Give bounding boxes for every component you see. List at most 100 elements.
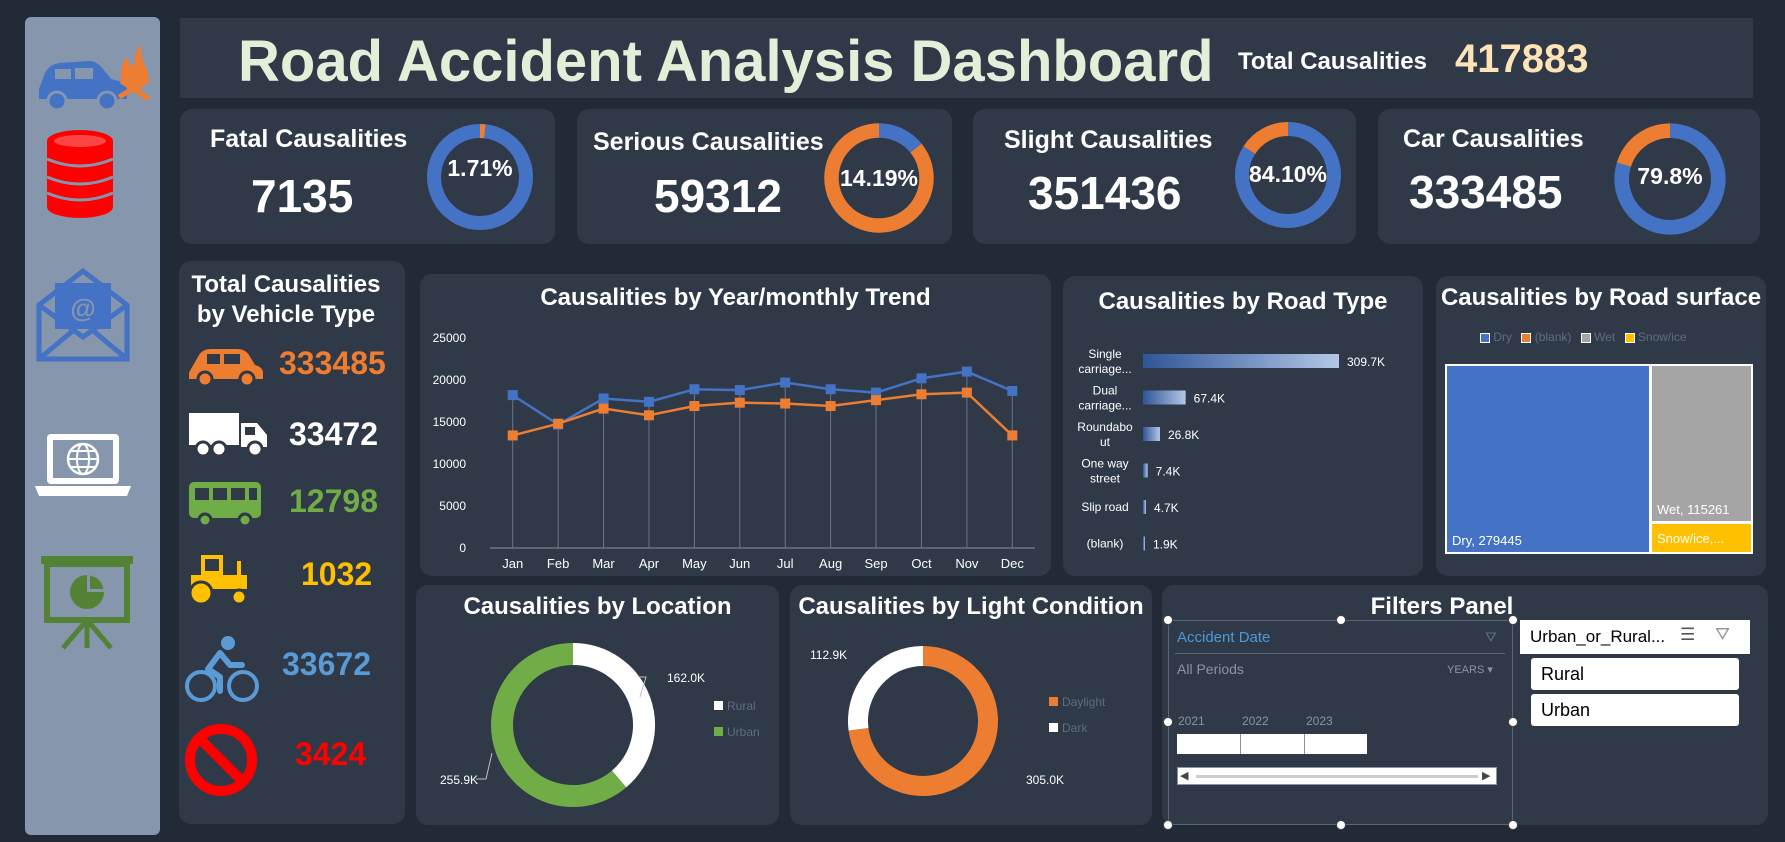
road-type-bar [1143, 536, 1145, 551]
legend-blank: (blank) [1534, 330, 1572, 344]
selection-handle[interactable] [1508, 717, 1518, 727]
road-surface-chart-card: Causalities by Road surface Dry (blank) … [1436, 276, 1766, 576]
road-type-value: 26.8K [1168, 428, 1199, 442]
x-tick-label: Sep [864, 556, 887, 571]
selection-handle[interactable] [1163, 717, 1173, 727]
kpi-card-slight: Slight Causalities 351436 84.10% [973, 109, 1356, 244]
series-marker [780, 377, 791, 388]
series-marker [916, 373, 927, 384]
bus-icon [187, 480, 263, 533]
x-tick-label: Dec [1001, 556, 1025, 571]
road-type-value: 67.4K [1194, 392, 1225, 406]
timeline-header: Accident Date [1177, 629, 1271, 646]
light-chart-card: Causalities by Light Condition 112.9K 30… [790, 585, 1152, 825]
svg-text:@: @ [70, 293, 95, 323]
x-tick-label: Jun [729, 556, 750, 571]
location-chart-card: Causalities by Location 162.0K 255.9K Ru… [416, 585, 779, 825]
x-tick-label: Apr [639, 556, 660, 571]
series-line-1 [512, 391, 1014, 437]
timeline-period-unit: YEARS [1447, 664, 1485, 676]
road-type-bar [1143, 390, 1186, 405]
treemap-label-wet: Wet, 115261 [1657, 502, 1730, 517]
scroll-left-icon[interactable]: ◀ [1180, 769, 1188, 782]
laptop-globe-icon[interactable] [33, 430, 133, 505]
scroll-right-icon[interactable]: ▶ [1482, 769, 1490, 782]
series-marker [961, 366, 972, 377]
selection-handle[interactable] [1336, 820, 1346, 830]
slicer-item-urban[interactable]: Urban [1531, 694, 1739, 726]
vehicle-title-line2: by Vehicle Type [196, 301, 376, 328]
legend-rural: Rural [727, 699, 756, 713]
road-type-chart-card: Causalities by Road Type Single carriage.… [1063, 276, 1423, 576]
x-tick-label: Jul [777, 556, 794, 571]
selection-handle[interactable] [1163, 820, 1173, 830]
multi-select-icon[interactable]: ☰ [1680, 625, 1695, 645]
location-label-rural: 162.0K [667, 671, 706, 685]
no-entry-icon [184, 723, 258, 802]
location-label-urban: 255.9K [440, 773, 479, 787]
car-crash-icon[interactable] [31, 39, 151, 124]
x-tick-label: Nov [955, 556, 979, 571]
kpi-label: Serious Causalities [593, 128, 824, 156]
x-tick-label: Feb [547, 556, 569, 571]
road-type-value: 1.9K [1153, 538, 1178, 552]
database-icon[interactable] [45, 129, 115, 224]
leader-line-urban [476, 752, 493, 780]
y-tick-label: 15000 [433, 415, 467, 429]
road-surface-chart-title: Causalities by Road surface [1440, 284, 1762, 311]
road-type-label: carriage... [1078, 362, 1131, 376]
road-type-label: Roundabo [1077, 420, 1133, 434]
presentation-chart-icon[interactable] [39, 552, 135, 657]
slicer-item-rural[interactable]: Rural [1531, 658, 1739, 690]
timeline-scrollbar[interactable]: ◀ ▶ [1177, 767, 1497, 785]
y-tick-label: 25000 [433, 331, 467, 345]
vehicle-type-card: Total Causalities by Vehicle Type 333485… [179, 261, 405, 824]
road-type-label: (blank) [1087, 537, 1124, 551]
road-type-label: Slip road [1081, 500, 1128, 514]
road-type-label: Dual [1093, 384, 1118, 398]
legend-dry: Dry [1493, 330, 1513, 344]
kpi-label: Fatal Causalities [210, 125, 408, 153]
series-marker [1007, 385, 1018, 396]
series-marker [689, 401, 700, 412]
road-type-value: 7.4K [1156, 465, 1181, 479]
timeline-year-2021: 2021 [1178, 714, 1205, 728]
x-tick-label: Mar [592, 556, 615, 571]
vehicle-value-car: 333485 [279, 345, 386, 381]
sidebar: @ [25, 17, 160, 835]
truck-icon [187, 409, 271, 464]
treemap-tile-dry: Dry, 279445 [1445, 364, 1651, 554]
selection-handle[interactable] [1163, 615, 1173, 625]
clear-filter-icon[interactable]: ⛛ [1715, 624, 1730, 645]
kpi-card-serious: Serious Causalities 59312 14.19% [577, 109, 952, 244]
timeline-year-2023: 2023 [1306, 714, 1333, 728]
x-tick-label: Oct [911, 556, 932, 571]
bicycle-icon [184, 633, 260, 710]
road-type-value: 309.7K [1347, 355, 1385, 369]
selection-handle[interactable] [1508, 820, 1518, 830]
legend-daylight: Daylight [1062, 695, 1106, 709]
y-tick-label: 10000 [433, 457, 467, 471]
road-type-label: Single [1088, 347, 1122, 361]
timeline-clear-filter-icon[interactable]: ⛛ [1485, 629, 1497, 646]
series-marker [689, 384, 700, 395]
series-marker [825, 384, 836, 395]
email-icon[interactable]: @ [35, 267, 131, 368]
kpi-donut-segment-main [878, 123, 922, 153]
timeline-bar[interactable] [1177, 734, 1367, 754]
road-type-value: 4.7K [1154, 501, 1179, 515]
vehicle-title-line1: Total Causalities [191, 271, 381, 298]
x-tick-label: Aug [819, 556, 842, 571]
road-type-label: ut [1100, 435, 1111, 449]
timeline-period-dropdown[interactable]: YEARS ▾ [1447, 663, 1493, 676]
road-type-label: One way [1081, 457, 1128, 471]
date-timeline-slicer[interactable]: Accident Date ⛛ All Periods YEARS ▾ 2021… [1168, 620, 1513, 825]
series-marker [507, 390, 518, 401]
tractor-icon [185, 551, 255, 612]
selection-handle[interactable] [1336, 615, 1346, 625]
selection-handle[interactable] [1508, 615, 1518, 625]
timeline-year-2022: 2022 [1242, 714, 1269, 728]
car-icon [187, 343, 265, 392]
kpi-value: 333485 [1409, 166, 1563, 218]
timeline-divider [1175, 653, 1505, 654]
